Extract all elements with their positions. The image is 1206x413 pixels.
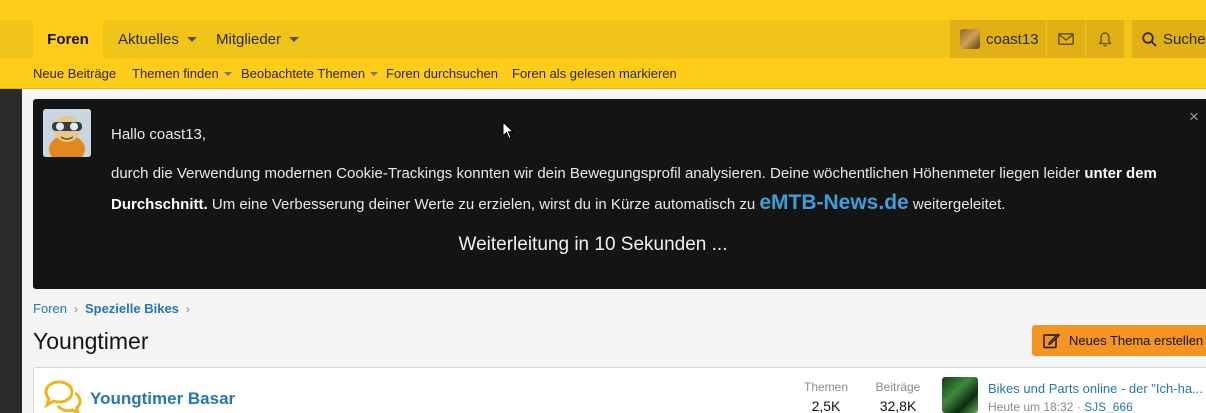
search-button[interactable]: Suche — [1132, 20, 1206, 58]
sub-navbar: Neue Beiträge Themen finden Beobachtete … — [0, 58, 1206, 89]
last-post-title-link[interactable]: Bikes und Parts online - der "Ich-ha... — [988, 381, 1203, 396]
account-menu-button[interactable]: coast13 — [950, 20, 1046, 58]
chevron-down-icon — [186, 36, 197, 42]
close-icon[interactable]: × — [1189, 107, 1199, 127]
mouse-cursor-icon — [502, 121, 514, 140]
subnav-label: Foren als gelesen markieren — [512, 66, 677, 81]
new-thread-button[interactable]: Neues Thema erstellen — [1032, 325, 1206, 356]
forum-title-link[interactable]: Youngtimer Basar — [90, 389, 235, 409]
tab-mitglieder[interactable]: Mitglieder — [216, 20, 300, 58]
forum-chat-icon — [44, 380, 82, 413]
last-post-author-link[interactable]: SJS_666 — [1084, 400, 1133, 413]
bell-icon — [1098, 31, 1112, 47]
breadcrumb-item-spezielle-bikes[interactable]: Spezielle Bikes — [85, 301, 179, 316]
left-edge-panel — [0, 89, 22, 413]
page-title: Youngtimer — [33, 328, 149, 354]
themes-stat-label: Themen — [803, 380, 849, 394]
themes-stat-value: 2,5K — [811, 398, 841, 413]
new-thread-label: Neues Thema erstellen — [1069, 333, 1204, 348]
tab-foren-label: Foren — [47, 30, 89, 48]
mail-icon — [1058, 33, 1074, 45]
search-icon — [1142, 31, 1157, 47]
brand-link[interactable]: eMTB-News.de — [759, 191, 908, 214]
chevron-down-icon — [370, 71, 379, 76]
subnav-label: Beobachtete Themen — [241, 66, 366, 81]
avatar — [960, 29, 980, 49]
subnav-label: Themen finden — [132, 66, 219, 81]
subnav-mark-read[interactable]: Foren als gelesen markieren — [512, 58, 677, 89]
breadcrumb: Foren › Spezielle Bikes › — [33, 301, 197, 316]
avatar — [43, 109, 91, 157]
notice-greeting: Hallo coast13, — [111, 126, 207, 143]
main-navbar: Foren Aktuelles Mitglieder coast13 Suche — [0, 20, 1206, 58]
forum-node: Youngtimer Basar Themen 2,5K Beiträge 32… — [33, 367, 1206, 413]
subnav-search-forums[interactable]: Foren durchsuchen — [386, 58, 498, 89]
chevron-down-icon — [223, 71, 232, 76]
tab-aktuelles-label: Aktuelles — [118, 30, 179, 48]
notice-message: durch die Verwendung modernen Cookie-Tra… — [111, 159, 1191, 219]
breadcrumb-item-foren[interactable]: Foren — [33, 301, 67, 316]
user-toolbar: coast13 — [950, 20, 1124, 58]
search-label: Suche — [1163, 30, 1206, 48]
tab-aktuelles[interactable]: Aktuelles — [118, 20, 197, 58]
top-band — [0, 0, 1206, 20]
edit-icon — [1043, 333, 1060, 349]
subnav-watched-threads[interactable]: Beobachtete Themen — [241, 58, 379, 89]
notice-text: weitergeleitet. — [908, 196, 1006, 213]
subnav-label: Foren durchsuchen — [386, 66, 499, 81]
tab-mitglieder-label: Mitglieder — [216, 30, 282, 48]
alerts-button[interactable] — [1085, 20, 1124, 58]
redirect-countdown: Weiterleitung in 10 Sekunden ... — [458, 234, 728, 255]
username-label: coast13 — [986, 30, 1039, 48]
notice-text: durch die Verwendung modernen Cookie-Tra… — [111, 165, 1085, 182]
notice-text: Um eine Verbesserung deiner Werte zu erz… — [207, 196, 760, 213]
subnav-new-posts[interactable]: Neue Beiträge — [33, 58, 116, 89]
breadcrumb-separator: › — [73, 301, 78, 316]
notice-banner: × Hallo coast13, durch die Verwendung mo… — [33, 99, 1206, 289]
last-post-meta: Heute um 18:32 · SJS_666 — [988, 400, 1133, 413]
chevron-down-icon — [289, 36, 300, 42]
last-post-thumbnail[interactable] — [942, 377, 978, 413]
subnav-find-threads[interactable]: Themen finden — [132, 58, 232, 89]
subnav-label: Neue Beiträge — [33, 66, 117, 81]
posts-stat-label: Beiträge — [875, 380, 921, 394]
posts-stat-value: 32,8K — [879, 398, 917, 413]
breadcrumb-separator: › — [185, 301, 190, 316]
last-post-time: Heute um 18:32 · — [988, 400, 1085, 413]
tab-foren[interactable]: Foren — [33, 20, 103, 58]
conversations-button[interactable] — [1046, 20, 1085, 58]
